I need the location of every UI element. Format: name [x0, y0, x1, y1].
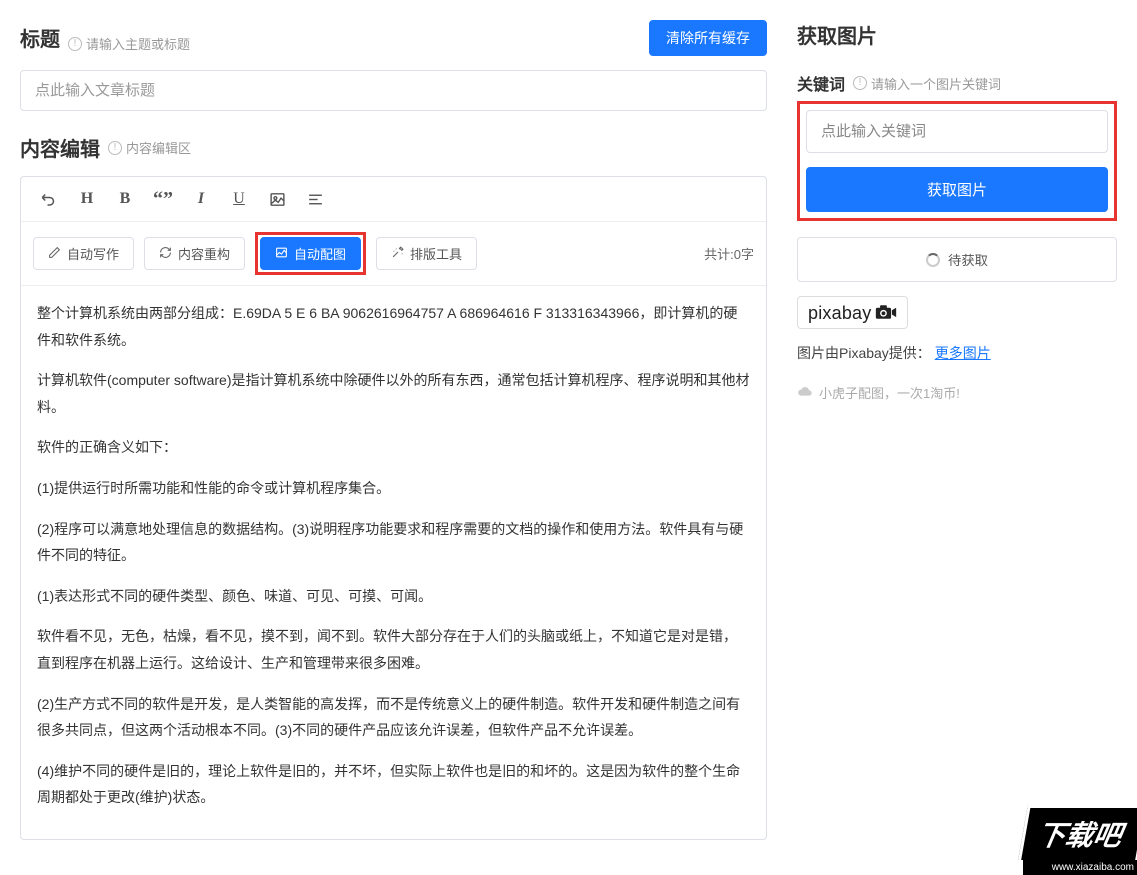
content-paragraph: 软件的正确含义如下：: [37, 434, 750, 461]
info-icon: !: [68, 37, 82, 51]
clear-cache-button[interactable]: 清除所有缓存: [649, 20, 767, 56]
auto-write-button[interactable]: 自动写作: [33, 237, 134, 270]
provider-line: 图片由Pixabay提供： 更多图片: [797, 343, 1117, 363]
sidebar: 获取图片 关键词 ! 请输入一个图片关键词 获取图片 待获取 pixabay 图…: [787, 0, 1137, 860]
auto-image-highlight: 自动配图: [255, 232, 366, 275]
content-paragraph: (1)表达形式不同的硬件类型、颜色、味道、可见、可摸、可闻。: [37, 583, 750, 610]
underline-icon[interactable]: U: [223, 185, 255, 213]
keyword-hint: ! 请输入一个图片关键词: [853, 74, 1001, 93]
italic-icon[interactable]: I: [185, 185, 217, 213]
word-count: 共计:0字: [704, 244, 754, 263]
picture-icon: [275, 246, 288, 262]
loading-icon: [926, 253, 940, 267]
watermark: 下载吧 www.xiazaiba.com: [1023, 805, 1137, 875]
content-paragraph: (2)程序可以满意地处理信息的数据结构。(3)说明程序功能要求和程序需要的文档的…: [37, 516, 750, 569]
cloud-icon: [797, 385, 813, 400]
quote-icon[interactable]: “”: [147, 185, 179, 213]
title-hint: ! 请输入主题或标题: [68, 34, 190, 53]
image-icon[interactable]: [261, 185, 293, 213]
keyword-input[interactable]: [806, 110, 1108, 153]
auto-image-button[interactable]: 自动配图: [260, 237, 361, 270]
pending-button[interactable]: 待获取: [797, 237, 1117, 282]
magic-icon: [391, 246, 404, 262]
tao-line: 小虎子配图，一次1淘币!: [797, 383, 1117, 402]
content-paragraph: (4)维护不同的硬件是旧的，理论上软件是旧的，并不坏，但实际上软件也是旧的和坏的…: [37, 758, 750, 811]
action-toolbar: 自动写作 内容重构 自动配图 排版工具: [21, 222, 766, 286]
info-icon: !: [108, 141, 122, 155]
sidebar-header: 获取图片: [797, 20, 1117, 49]
keyword-highlight: 获取图片: [797, 101, 1117, 221]
heading-icon[interactable]: H: [71, 185, 103, 213]
refresh-icon: [159, 246, 172, 262]
content-paragraph: 计算机软件(computer software)是指计算机系统中除硬件以外的所有…: [37, 367, 750, 420]
watermark-text: 下载吧: [1018, 805, 1137, 860]
pixabay-logo-text: pixabay: [808, 303, 871, 324]
watermark-url: www.xiazaiba.com: [1023, 860, 1137, 875]
editor-content[interactable]: 整个计算机系统由两部分组成：E.69DA 5 E 6 BA 9062616964…: [21, 286, 766, 839]
fetch-image-button[interactable]: 获取图片: [806, 167, 1108, 212]
align-icon[interactable]: [299, 185, 331, 213]
editor-header: 内容编辑 ! 内容编辑区: [20, 133, 767, 162]
title-heading: 标题: [20, 23, 60, 52]
format-toolbar: H B “” I U: [21, 177, 766, 222]
editor-box: H B “” I U 自动写作 内容重构: [20, 176, 767, 840]
keyword-header: 关键词 ! 请输入一个图片关键词: [797, 71, 1117, 95]
editor-hint: ! 内容编辑区: [108, 138, 191, 157]
more-images-link[interactable]: 更多图片: [935, 345, 991, 361]
pixabay-badge[interactable]: pixabay: [797, 296, 908, 329]
sidebar-heading: 获取图片: [797, 20, 877, 49]
title-header: 标题 ! 请输入主题或标题 清除所有缓存: [20, 20, 767, 56]
pencil-icon: [48, 246, 61, 262]
content-paragraph: 整个计算机系统由两部分组成：E.69DA 5 E 6 BA 9062616964…: [37, 300, 750, 353]
title-input[interactable]: [20, 70, 767, 111]
undo-icon[interactable]: [33, 185, 65, 213]
bold-icon[interactable]: B: [109, 185, 141, 213]
layout-tool-button[interactable]: 排版工具: [376, 237, 477, 270]
restructure-button[interactable]: 内容重构: [144, 237, 245, 270]
content-paragraph: (2)生产方式不同的软件是开发，是人类智能的高发挥，而不是传统意义上的硬件制造。…: [37, 691, 750, 744]
info-icon: !: [853, 76, 867, 90]
content-paragraph: 软件看不见，无色，枯燥，看不见，摸不到，闻不到。软件大部分存在于人们的头脑或纸上…: [37, 623, 750, 676]
camera-icon: [875, 304, 897, 323]
main-column: 标题 ! 请输入主题或标题 清除所有缓存 内容编辑 ! 内容编辑区 H B “”…: [0, 0, 787, 860]
keyword-label: 关键词: [797, 71, 845, 95]
content-paragraph: (1)提供运行时所需功能和性能的命令或计算机程序集合。: [37, 475, 750, 502]
editor-heading: 内容编辑: [20, 133, 100, 162]
